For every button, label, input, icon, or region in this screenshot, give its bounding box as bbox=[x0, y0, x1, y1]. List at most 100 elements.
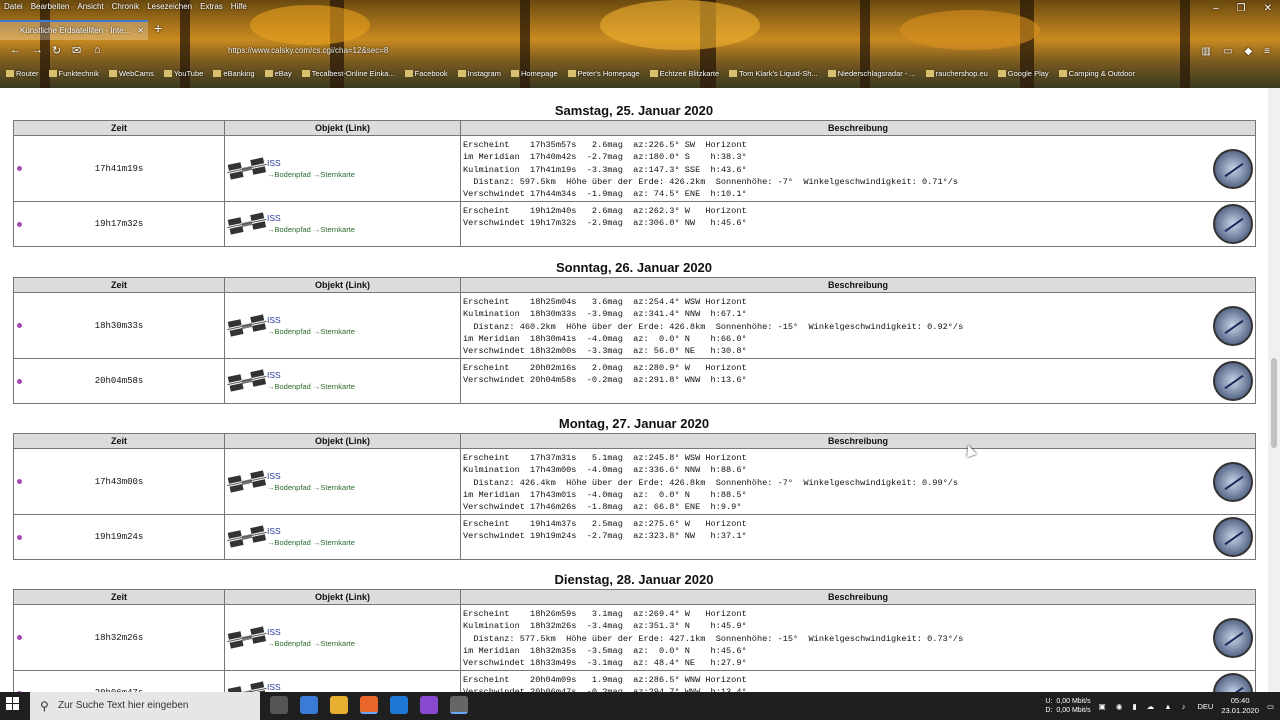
bookmark-item[interactable]: Niederschlagsradar - ... bbox=[828, 69, 916, 78]
bookmark-item[interactable]: Facebook bbox=[405, 69, 448, 78]
time-cell: 18h32m26s bbox=[14, 605, 225, 670]
bookmark-item[interactable]: Tom Klark's Liquid-Sh... bbox=[729, 69, 818, 78]
reload-icon[interactable]: ↻ bbox=[52, 44, 61, 57]
iss-link[interactable]: ISS bbox=[267, 158, 281, 168]
iss-link[interactable]: ISS bbox=[267, 213, 281, 223]
menu-item[interactable]: Lesezeichen bbox=[147, 2, 192, 11]
ground-track-star-chart-links[interactable]: →Bodenpfad →Sternkarte bbox=[267, 382, 355, 391]
forward-icon[interactable]: → bbox=[32, 44, 43, 56]
home-icon[interactable]: ⌂ bbox=[94, 44, 101, 56]
scrollbar[interactable] bbox=[1268, 88, 1280, 692]
net-down-label: D: bbox=[1045, 707, 1053, 714]
iss-link[interactable]: ISS bbox=[267, 315, 281, 325]
bookmark-item[interactable]: Instagram bbox=[458, 69, 501, 78]
sky-chart-compass-icon[interactable] bbox=[1213, 673, 1253, 692]
clock[interactable]: 05:40 23.01.2020 bbox=[1221, 696, 1259, 716]
bookmark-item[interactable]: Router bbox=[6, 69, 39, 78]
firefox-icon[interactable] bbox=[360, 696, 378, 714]
bookmark-item[interactable]: Camping & Outdoor bbox=[1059, 69, 1135, 78]
start-button[interactable] bbox=[6, 697, 20, 711]
pass-description: Erscheint 19h14m37s 2.5mag az:275.6° W H… bbox=[463, 519, 747, 542]
menu-item[interactable]: Chronik bbox=[112, 2, 140, 11]
header-object: Objekt (Link) bbox=[225, 121, 461, 135]
scrollbar-thumb[interactable] bbox=[1271, 358, 1277, 448]
clock-time: 05:40 bbox=[1230, 696, 1250, 705]
mail-icon[interactable]: ✉ bbox=[72, 44, 81, 57]
satellite-marker-icon bbox=[17, 221, 22, 227]
bookmark-item[interactable]: Echtzeit Blitzkarte bbox=[650, 69, 720, 78]
sky-chart-compass-icon[interactable] bbox=[1213, 204, 1253, 244]
ground-track-star-chart-links[interactable]: →Bodenpfad →Sternkarte bbox=[267, 538, 355, 547]
iss-satellite-icon bbox=[227, 314, 267, 337]
iss-link[interactable]: ISS bbox=[267, 471, 281, 481]
sidebar-icon[interactable]: ▭ bbox=[1223, 46, 1232, 57]
header-object: Objekt (Link) bbox=[225, 278, 461, 292]
bookmark-item[interactable]: eBanking bbox=[213, 69, 254, 78]
iss-link[interactable]: ISS bbox=[267, 682, 281, 692]
day-title: Samstag, 25. Januar 2020 bbox=[554, 103, 714, 118]
time-cell: 17h43m00s bbox=[14, 449, 225, 514]
ground-track-star-chart-links[interactable]: →Bodenpfad →Sternkarte bbox=[267, 639, 355, 648]
iss-link[interactable]: ISS bbox=[267, 526, 281, 536]
pass-time: 19h17m32s bbox=[94, 219, 144, 229]
bookmark-item[interactable]: Tecalbest-Online Einka... bbox=[302, 69, 395, 78]
bookmark-item[interactable]: WebCams bbox=[109, 69, 154, 78]
sky-chart-compass-icon[interactable] bbox=[1213, 462, 1253, 502]
iss-satellite-icon bbox=[227, 626, 267, 649]
bookmark-item[interactable]: Peter's Homepage bbox=[568, 69, 640, 78]
menu-icon[interactable]: ≡ bbox=[1264, 46, 1270, 57]
edge-icon[interactable] bbox=[390, 696, 408, 714]
library-icon[interactable]: ▥ bbox=[1202, 46, 1211, 57]
iss-link[interactable]: ISS bbox=[267, 370, 281, 380]
pass-time: 17h41m19s bbox=[94, 163, 144, 174]
browser-tab[interactable]: Künstliche Erdsatelliten - Inte... ✕ bbox=[0, 20, 148, 40]
sky-chart-compass-icon[interactable] bbox=[1213, 517, 1253, 557]
sky-chart-compass-icon[interactable] bbox=[1213, 618, 1253, 658]
menu-item[interactable]: Datei bbox=[4, 2, 23, 11]
sky-chart-compass-icon[interactable] bbox=[1213, 361, 1253, 401]
ground-track-star-chart-links[interactable]: →Bodenpfad →Sternkarte bbox=[267, 483, 355, 492]
notification-icon[interactable]: ▭ bbox=[1267, 702, 1274, 711]
back-icon[interactable]: ← bbox=[10, 44, 21, 56]
menu-item[interactable]: Extras bbox=[200, 2, 223, 11]
bookmark-item[interactable]: YouTube bbox=[164, 69, 203, 78]
minimize-icon[interactable]: – bbox=[1213, 3, 1219, 14]
app-icon[interactable] bbox=[420, 696, 438, 714]
passes-table: Zeit Objekt (Link) Beschreibung 17h43m00s IS… bbox=[13, 433, 1256, 560]
url-bar[interactable]: https://www.calsky.com/cs.cgi/cha=12&sec… bbox=[228, 46, 388, 55]
ground-track-star-chart-links[interactable]: →Bodenpfad →Sternkarte bbox=[267, 327, 355, 336]
bookmark-item[interactable]: Google Play bbox=[998, 69, 1049, 78]
app-icon[interactable] bbox=[300, 696, 318, 714]
bookmark-item[interactable]: rauchershop.eu bbox=[926, 69, 988, 78]
task-view-icon[interactable] bbox=[270, 696, 288, 714]
language-indicator[interactable]: DEU bbox=[1198, 702, 1214, 711]
iss-link[interactable]: ISS bbox=[267, 627, 281, 637]
menu-item[interactable]: Ansicht bbox=[77, 2, 103, 11]
taskbar-search[interactable]: ⚲ Zur Suche Text hier eingeben bbox=[30, 692, 260, 720]
menu-item[interactable]: Hilfe bbox=[231, 2, 247, 11]
sky-chart-compass-icon[interactable] bbox=[1213, 306, 1253, 346]
menu-item[interactable]: Bearbeiten bbox=[31, 2, 70, 11]
table-header: Zeit Objekt (Link) Beschreibung bbox=[14, 278, 1255, 293]
bookmark-item[interactable]: Homepage bbox=[511, 69, 558, 78]
system-tray: U: D: 0,00 Mbit/s 0,00 Mbit/s ▣ ◉ ▮ ☁ ▲ ♪ … bbox=[1045, 692, 1274, 720]
ground-track-star-chart-links[interactable]: →Bodenpfad →Sternkarte bbox=[267, 225, 355, 234]
bookmark-item[interactable]: Funktechnik bbox=[49, 69, 99, 78]
close-icon[interactable]: ✕ bbox=[1264, 3, 1272, 14]
new-tab-button[interactable]: + bbox=[154, 20, 162, 36]
header-description: Beschreibung bbox=[827, 592, 888, 602]
maximize-icon[interactable]: ❐ bbox=[1237, 3, 1246, 14]
app-icon[interactable] bbox=[450, 696, 468, 714]
time-cell: 17h41m19s bbox=[14, 136, 225, 201]
satellite-marker-icon bbox=[17, 635, 22, 640]
file-explorer-icon[interactable] bbox=[330, 696, 348, 714]
object-cell: ISS →Bodenpfad →Sternkarte bbox=[225, 515, 461, 559]
sky-chart-compass-icon[interactable] bbox=[1213, 149, 1253, 189]
tray-icons[interactable]: ▣ ◉ ▮ ☁ ▲ ♪ bbox=[1099, 702, 1190, 711]
close-tab-icon[interactable]: ✕ bbox=[137, 22, 144, 40]
time-cell: 18h30m33s bbox=[14, 293, 225, 358]
tab-title: Künstliche Erdsatelliten - Inte... bbox=[20, 26, 131, 35]
ground-track-star-chart-links[interactable]: →Bodenpfad →Sternkarte bbox=[267, 170, 355, 179]
bookmark-item[interactable]: eBay bbox=[265, 69, 292, 78]
extension-icon[interactable]: ◆ bbox=[1244, 46, 1252, 57]
